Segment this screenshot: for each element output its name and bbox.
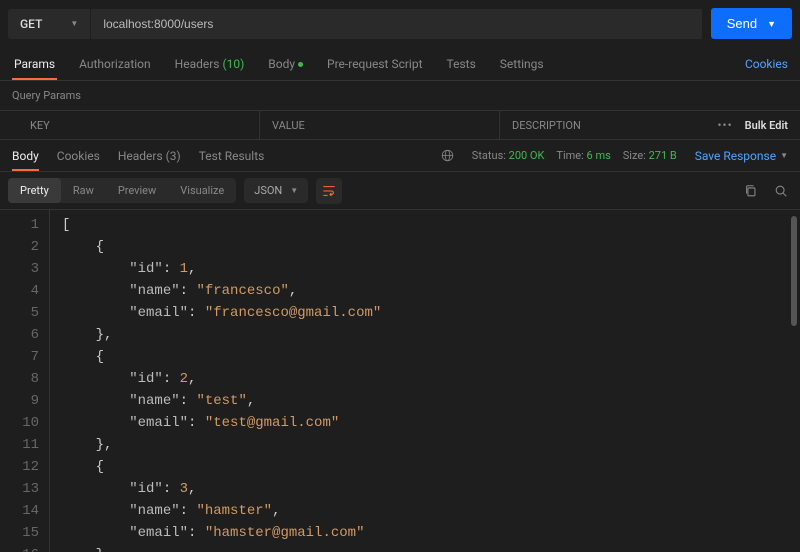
request-bar: GET ▼ Send ▼: [0, 0, 800, 47]
cookies-link[interactable]: Cookies: [745, 57, 788, 71]
view-visualize[interactable]: Visualize: [168, 178, 236, 203]
response-size: 271 B: [649, 149, 677, 162]
response-headers-count: (3): [166, 149, 181, 163]
column-key: KEY: [0, 111, 260, 139]
response-tab-test-results[interactable]: Test Results: [199, 142, 265, 170]
response-tab-headers[interactable]: Headers (3): [118, 142, 181, 170]
copy-icon[interactable]: [744, 184, 758, 198]
view-pretty[interactable]: Pretty: [8, 178, 61, 203]
bulk-edit-button[interactable]: Bulk Edit: [745, 119, 788, 132]
headers-count: (10): [222, 57, 244, 71]
tab-headers[interactable]: Headers (10): [173, 49, 247, 79]
response-tab-cookies[interactable]: Cookies: [57, 142, 100, 170]
status-code: 200 OK: [509, 149, 545, 162]
scrollbar[interactable]: [791, 216, 797, 326]
url-input[interactable]: [91, 9, 701, 39]
wrap-lines-button[interactable]: [316, 178, 342, 204]
tab-settings[interactable]: Settings: [498, 49, 546, 79]
more-options-icon[interactable]: •••: [717, 118, 732, 132]
params-table-header: KEY VALUE DESCRIPTION ••• Bulk Edit: [0, 110, 800, 140]
chevron-down-icon: ▼: [70, 19, 78, 28]
request-tabs: Params Authorization Headers (10) Body P…: [0, 47, 800, 81]
view-preview[interactable]: Preview: [106, 178, 168, 203]
response-body-code[interactable]: 12345678910111213141516 [ { "id": 1, "na…: [0, 210, 800, 552]
format-value: JSON: [254, 184, 282, 197]
line-number-gutter: 12345678910111213141516: [0, 210, 50, 552]
view-raw[interactable]: Raw: [61, 178, 106, 203]
http-method-value: GET: [20, 17, 42, 31]
chevron-down-icon: ▼: [780, 151, 788, 160]
body-indicator-dot: [298, 62, 303, 67]
column-description: DESCRIPTION: [500, 111, 705, 139]
response-tabs: Body Cookies Headers (3) Test Results St…: [0, 140, 800, 172]
response-status: Status: 200 OK Time: 6 ms Size: 271 B: [472, 149, 677, 162]
tab-body[interactable]: Body: [266, 49, 305, 79]
response-tab-body[interactable]: Body: [12, 142, 39, 171]
tab-tests[interactable]: Tests: [445, 49, 478, 79]
save-response-button[interactable]: Save Response ▼: [695, 149, 788, 163]
send-button-label: Send: [727, 16, 757, 31]
response-view-toolbar: Pretty Raw Preview Visualize JSON ▼: [0, 172, 800, 210]
query-params-label: Query Params: [0, 81, 800, 110]
tab-authorization[interactable]: Authorization: [77, 49, 153, 79]
chevron-down-icon: ▼: [767, 19, 776, 29]
send-button[interactable]: Send ▼: [711, 8, 792, 39]
code-content: [ { "id": 1, "name": "francesco", "email…: [50, 210, 381, 552]
tab-pre-request-script[interactable]: Pre-request Script: [325, 49, 424, 79]
response-time: 6 ms: [587, 149, 611, 162]
search-icon[interactable]: [774, 184, 788, 198]
format-select[interactable]: JSON ▼: [244, 178, 308, 203]
column-value: VALUE: [260, 111, 500, 139]
view-mode-tabs: Pretty Raw Preview Visualize: [8, 178, 236, 203]
tab-params[interactable]: Params: [12, 49, 57, 80]
globe-icon[interactable]: [441, 149, 454, 162]
chevron-down-icon: ▼: [290, 186, 298, 195]
http-method-select[interactable]: GET ▼: [8, 9, 90, 39]
